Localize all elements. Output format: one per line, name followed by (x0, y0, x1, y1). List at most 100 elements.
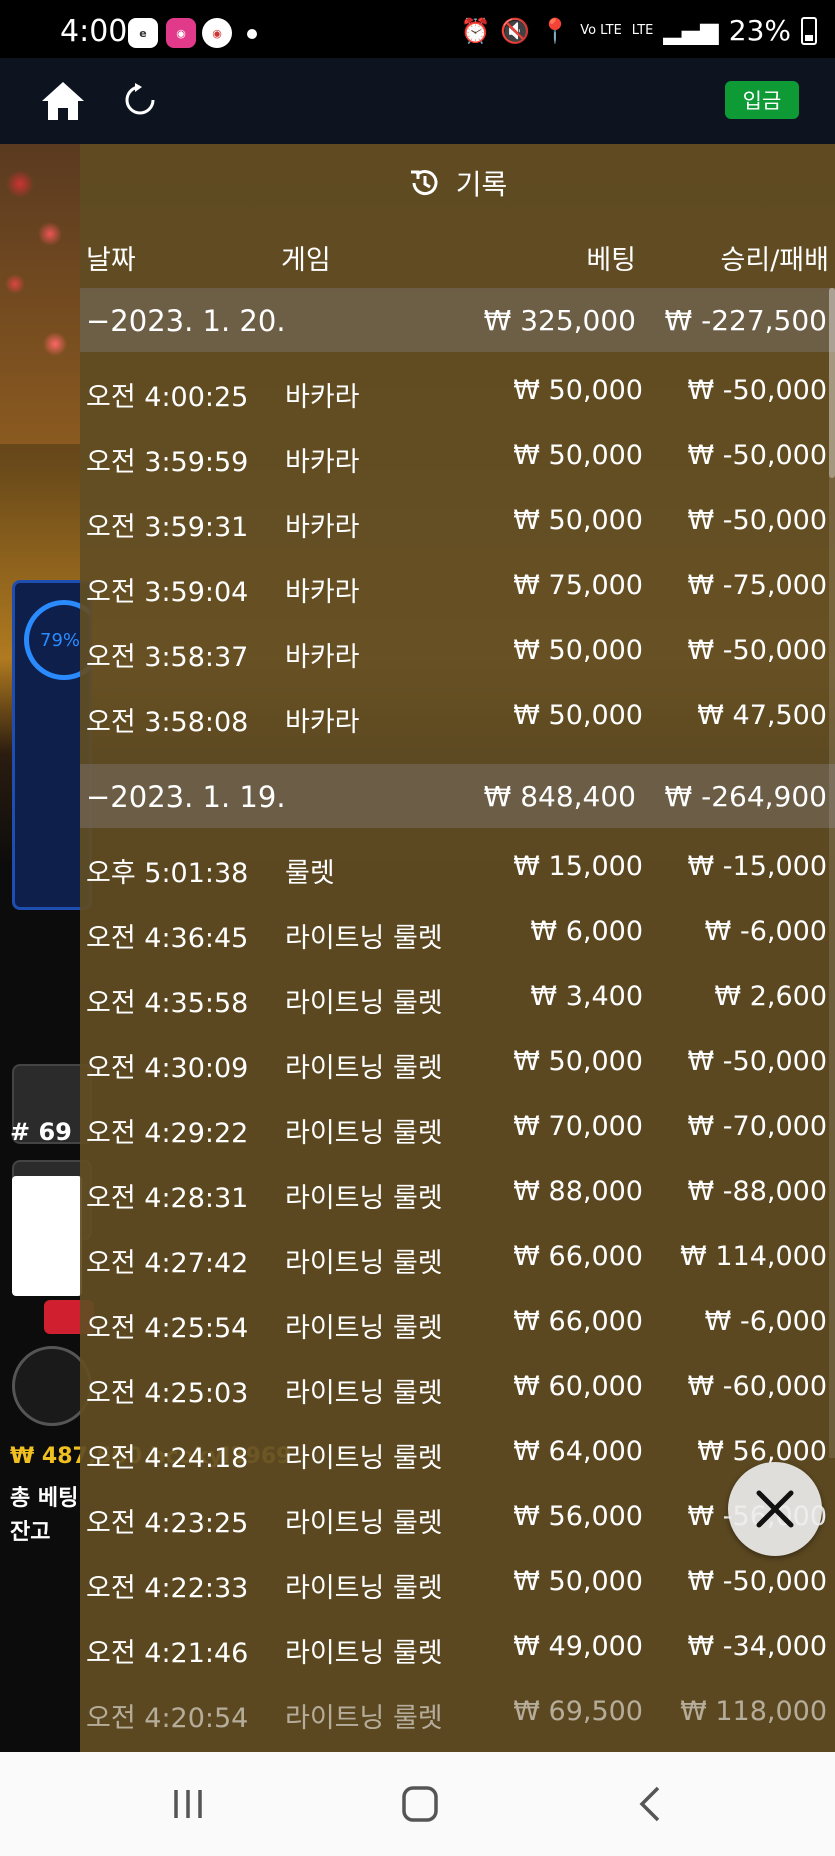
history-row: 오전 3:59:04 바카라 ₩ 75,000 ₩ -75,000 (80, 554, 835, 619)
home-icon[interactable] (40, 80, 86, 122)
row-result: ₩ -50,000 (687, 440, 828, 471)
history-row: 오후 5:01:38 룰렛 ₩ 15,000 ₩ -15,000 (80, 835, 835, 900)
row-game: 바카라 (285, 707, 360, 738)
table-number: # 69 (10, 1118, 72, 1146)
row-bet: ₩ 15,000 (513, 851, 643, 882)
history-row: 오전 4:22:33 라이트닝 룰렛 ₩ 50,000 ₩ -50,000 (80, 1550, 835, 1615)
row-time: 오전 4:29:22 (86, 1118, 249, 1149)
system-nav-bar (0, 1752, 835, 1856)
row-game: 바카라 (285, 512, 360, 543)
history-row: 오전 3:59:31 바카라 ₩ 50,000 ₩ -50,000 (80, 489, 835, 554)
battery-percent: 23% (728, 14, 791, 47)
row-game: 라이트닝 룰렛 (285, 1508, 443, 1539)
row-time: 오전 3:59:04 (86, 577, 249, 608)
column-header-result: 승리/패배 (720, 245, 829, 276)
row-game: 바카라 (285, 382, 360, 413)
history-icon (410, 170, 438, 196)
casino-lights-image (0, 144, 80, 444)
battery-icon (801, 16, 817, 45)
history-row: 오전 4:28:31 라이트닝 룰렛 ₩ 88,000 ₩ -88,000 (80, 1160, 835, 1225)
home-nav-icon[interactable] (398, 1782, 442, 1826)
row-result: ₩ 2,600 (714, 981, 827, 1012)
status-time: 4:00 (60, 14, 128, 49)
row-bet: ₩ 50,000 (513, 1046, 643, 1077)
history-row: 오전 4:25:54 라이트닝 룰렛 ₩ 66,000 ₩ -6,000 (80, 1290, 835, 1355)
row-time: 오전 4:25:54 (86, 1313, 249, 1344)
history-list: −2023. 1. 20. ₩ 325,000 ₩ -227,500 오전 4:… (80, 288, 835, 1745)
more-notifications-icon (247, 29, 257, 39)
road-map-grid (12, 1176, 82, 1296)
recent-apps-icon[interactable] (166, 1782, 210, 1826)
row-result: ₩ -50,000 (687, 1046, 828, 1077)
group-total-result: ₩ -227,500 (664, 304, 827, 337)
row-game: 라이트닝 룰렛 (285, 1573, 443, 1604)
location-icon: 📍 (540, 16, 571, 45)
row-bet: ₩ 3,400 (530, 981, 643, 1012)
history-panel: 기록 날짜 게임 베팅 승리/패배 −2023. 1. 20. ₩ 325,00… (80, 144, 835, 1752)
row-game: 바카라 (285, 447, 360, 478)
row-result: ₩ 114,000 (680, 1241, 827, 1272)
scrollbar-thumb[interactable] (829, 288, 835, 478)
row-time: 오전 3:58:37 (86, 642, 249, 673)
row-bet: ₩ 50,000 (513, 505, 643, 536)
row-result: ₩ 118,000 (680, 1696, 827, 1727)
total-bet-label: 총 베팅 (10, 1486, 79, 1511)
row-bet: ₩ 49,000 (513, 1631, 643, 1662)
row-bet: ₩ 50,000 (513, 375, 643, 406)
row-time: 오전 3:59:59 (86, 447, 249, 478)
row-result: ₩ -75,000 (687, 570, 828, 601)
progress-percent: 79% (40, 630, 81, 651)
refresh-icon[interactable] (122, 82, 158, 118)
app-header: 입금 (0, 58, 835, 144)
app-notification-icon: ◉ (166, 18, 196, 48)
row-game: 라이트닝 룰렛 (285, 1248, 443, 1279)
row-time: 오전 4:24:18 (86, 1443, 249, 1474)
row-game: 라이트닝 룰렛 (285, 923, 443, 954)
row-game: 룰렛 (285, 858, 335, 889)
row-bet: ₩ 64,000 (513, 1436, 643, 1467)
date-group-header[interactable]: −2023. 1. 19. ₩ 848,400 ₩ -264,900 (80, 764, 835, 828)
row-time: 오전 4:30:09 (86, 1053, 249, 1084)
history-row: 오전 4:36:45 라이트닝 룰렛 ₩ 6,000 ₩ -6,000 (80, 900, 835, 965)
deposit-button[interactable]: 입금 (725, 81, 799, 119)
history-row: 오전 3:58:08 바카라 ₩ 50,000 ₩ 47,500 (80, 684, 835, 749)
history-row: 오전 4:29:22 라이트닝 룰렛 ₩ 70,000 ₩ -70,000 (80, 1095, 835, 1160)
close-button[interactable] (728, 1462, 822, 1556)
alarm-icon: ⏰ (460, 16, 491, 45)
row-game: 라이트닝 룰렛 (285, 1378, 443, 1409)
row-bet: ₩ 50,000 (513, 1566, 643, 1597)
scrollbar-track[interactable] (829, 288, 835, 1458)
row-bet: ₩ 50,000 (513, 440, 643, 471)
row-game: 바카라 (285, 577, 360, 608)
row-game: 라이트닝 룰렛 (285, 1638, 443, 1669)
group-total-result: ₩ -264,900 (664, 780, 827, 813)
row-bet: ₩ 88,000 (513, 1176, 643, 1207)
row-bet: ₩ 60,000 (513, 1371, 643, 1402)
signal-icon: ▂▄▆ (663, 16, 719, 45)
volte-indicator: Vo LTE (580, 23, 622, 38)
history-row: 오전 4:35:58 라이트닝 룰렛 ₩ 3,400 ₩ 2,600 (80, 965, 835, 1030)
date-group-header[interactable]: −2023. 1. 20. ₩ 325,000 ₩ -227,500 (80, 288, 835, 352)
row-time: 오전 4:21:46 (86, 1638, 249, 1669)
row-game: 라이트닝 룰렛 (285, 988, 443, 1019)
mute-icon: 🔇 (500, 16, 531, 45)
row-game: 라이트닝 룰렛 (285, 1183, 443, 1214)
app-notification-icon: e (128, 18, 158, 48)
history-row: 오전 4:30:09 라이트닝 룰렛 ₩ 50,000 ₩ -50,000 (80, 1030, 835, 1095)
row-time: 오전 4:00:25 (86, 382, 249, 413)
balance-label: 잔고 (10, 1520, 51, 1545)
row-bet: ₩ 50,000 (513, 700, 643, 731)
row-game: 바카라 (285, 642, 360, 673)
column-header-date: 날짜 (86, 245, 136, 276)
row-time: 오전 4:22:33 (86, 1573, 249, 1604)
status-bar: 4:00 e ◉ ◉ ⏰ 🔇 📍 Vo LTE LTE ▂▄▆ 23% (0, 0, 835, 58)
network-indicator: LTE (631, 23, 654, 38)
row-bet: ₩ 50,000 (513, 635, 643, 666)
row-game: 라이트닝 룰렛 (285, 1703, 443, 1734)
row-result: ₩ -6,000 (704, 1306, 827, 1337)
row-result: ₩ -60,000 (687, 1371, 828, 1402)
back-nav-icon[interactable] (630, 1782, 674, 1826)
row-game: 라이트닝 룰렛 (285, 1118, 443, 1149)
column-header-row: 날짜 게임 베팅 승리/패배 (80, 230, 835, 280)
row-game: 라이트닝 룰렛 (285, 1443, 443, 1474)
